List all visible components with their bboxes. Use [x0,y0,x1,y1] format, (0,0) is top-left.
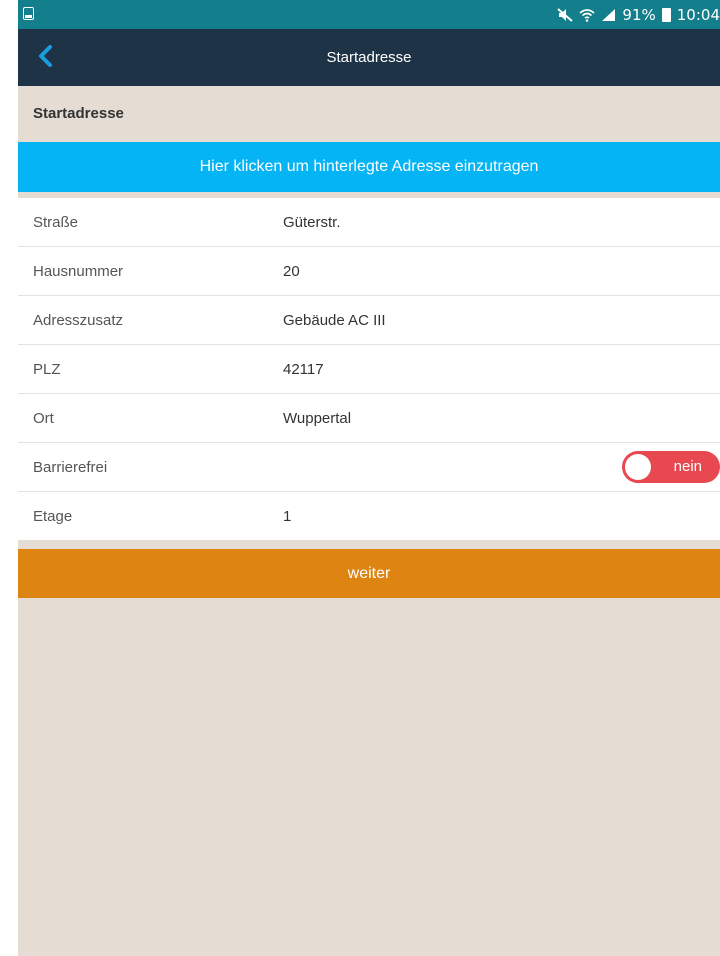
barrierefrei-label: Barrierefrei [33,458,108,476]
mute-icon [557,7,574,22]
status-time: 10:04 [676,5,720,24]
page-title: Startadresse [326,49,412,66]
plz-field[interactable]: 42117 [283,361,324,378]
adresszusatz-field[interactable]: Gebäude AC III [283,312,386,329]
toggle-state-label: nein [673,458,702,475]
nav-bar: Startadresse [18,29,720,86]
hausnummer-label: Hausnummer [33,262,124,280]
strasse-label: Straße [33,213,79,231]
battery-percent: 91% [622,5,656,24]
form-row-adresszusatz: Adresszusatz Gebäude AC III [18,296,720,345]
battery-icon [661,7,671,22]
form-row-hausnummer: Hausnummer 20 [18,247,720,296]
form-row-ort: Ort Wuppertal [18,394,720,443]
form-row-etage: Etage 1 [18,492,720,540]
section-title: Startadresse [33,105,124,122]
ort-label: Ort [33,409,54,427]
fill-stored-address-button[interactable]: Hier klicken um hinterlegte Adresse einz… [18,142,720,192]
strasse-field[interactable]: Güterstr. [283,214,341,231]
next-button[interactable]: weiter [18,549,720,598]
etage-label: Etage [33,507,73,525]
adresszusatz-label: Adresszusatz [33,311,124,329]
form-row-barrierefrei: Barrierefrei nein [18,443,720,492]
toggle-knob [625,454,651,480]
ort-field[interactable]: Wuppertal [283,410,351,427]
divider [18,540,720,549]
form-row-strasse: Straße Güterstr. [18,198,720,247]
hausnummer-field[interactable]: 20 [283,263,300,280]
form-row-plz: PLZ 42117 [18,345,720,394]
screenshot-icon [23,7,34,20]
barrierefrei-toggle[interactable]: nein [622,451,720,483]
address-form: Straße Güterstr. Hausnummer 20 Adresszus… [18,198,720,540]
status-right: 91% 10:04 [557,0,720,29]
plz-label: PLZ [33,360,61,378]
etage-field[interactable]: 1 [283,508,291,525]
signal-icon [601,8,616,22]
status-bar: 91% 10:04 [18,0,720,29]
app-screen: 91% 10:04 Startadresse Startadresse Hier… [18,0,720,956]
wifi-icon [579,8,595,22]
